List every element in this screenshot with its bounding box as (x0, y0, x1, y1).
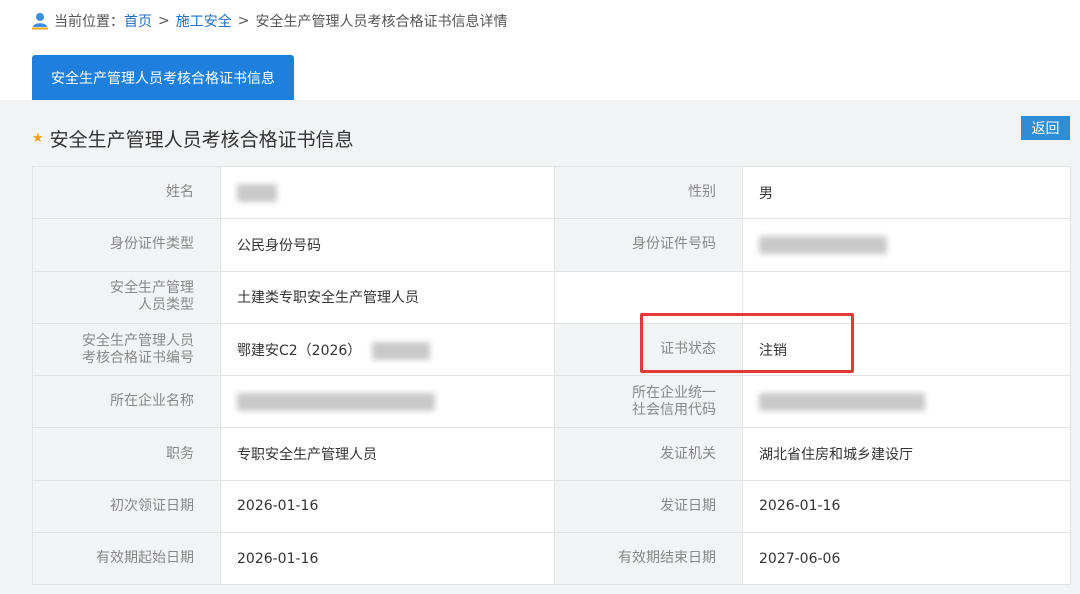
name-label: 姓名 (32, 165, 221, 220)
position-label: 职务 (32, 427, 221, 481)
breadcrumb-separator: > (158, 13, 170, 29)
breadcrumb: 当前位置： 首页 > 施工安全 > 安全生产管理人员考核合格证书信息详情 (32, 10, 507, 32)
credit-code-label-line1: 所在企业统一 (632, 384, 716, 401)
id-type-value: 公民身份号码 (220, 218, 555, 272)
valid-to-label: 有效期结束日期 (554, 532, 743, 586)
table-row: 身份证件类型 公民身份号码 身份证件号码 (32, 218, 1071, 272)
table-row: 初次领证日期 2026-01-16 发证日期 2026-01-16 (32, 479, 1071, 534)
empty-cell (554, 270, 743, 324)
redacted-credit-code (759, 392, 925, 411)
cert-number-label-line1: 安全生产管理人员 (82, 332, 194, 349)
empty-cell (742, 270, 1071, 324)
cert-number-value: 鄂建安C2（2026） (220, 322, 555, 377)
gender-value: 男 (742, 165, 1071, 220)
redacted-company-name (237, 392, 435, 411)
panel-title: ★ 安全生产管理人员考核合格证书信息 (32, 124, 354, 152)
name-value (220, 165, 555, 220)
cert-status-label: 证书状态 (554, 322, 743, 377)
tab-bar: 安全生产管理人员考核合格证书信息 (0, 55, 1080, 100)
user-location-icon (32, 13, 48, 30)
cert-number-label-line2: 考核合格证书编号 (82, 349, 194, 366)
issuer-label: 发证机关 (554, 427, 743, 481)
credit-code-value (742, 375, 1071, 429)
first-issue-date-label: 初次领证日期 (32, 479, 221, 534)
company-name-value (220, 375, 555, 429)
breadcrumb-home-link[interactable]: 首页 (124, 11, 152, 31)
position-value: 专职安全生产管理人员 (220, 427, 555, 481)
table-row: 安全生产管理 人员类型 土建类专职安全生产管理人员 (32, 270, 1071, 324)
breadcrumb-section-link[interactable]: 施工安全 (176, 11, 232, 31)
valid-from-value: 2026-01-16 (220, 532, 555, 586)
id-type-label: 身份证件类型 (32, 218, 221, 272)
valid-to-value: 2027-06-06 (742, 532, 1071, 586)
id-number-label: 身份证件号码 (554, 218, 743, 272)
back-button[interactable]: 返回 (1021, 116, 1070, 140)
issue-date-value: 2026-01-16 (742, 479, 1071, 534)
valid-from-label: 有效期起始日期 (32, 532, 221, 586)
redacted-id-number (759, 235, 887, 254)
gender-label: 性别 (554, 165, 743, 220)
credit-code-label: 所在企业统一 社会信用代码 (554, 375, 743, 429)
table-row: 安全生产管理人员 考核合格证书编号 鄂建安C2（2026） 证书状态 注销 (32, 322, 1071, 377)
table-row: 所在企业名称 所在企业统一 社会信用代码 (32, 375, 1071, 429)
cert-status-value: 注销 (742, 322, 1071, 377)
cert-number-label: 安全生产管理人员 考核合格证书编号 (32, 322, 221, 377)
issuer-value: 湖北省住房和城乡建设厅 (742, 427, 1071, 481)
tab-certificate-info[interactable]: 安全生产管理人员考核合格证书信息 (32, 55, 294, 100)
breadcrumb-separator: > (237, 13, 250, 29)
person-type-label: 安全生产管理 人员类型 (32, 270, 221, 324)
person-type-label-line1: 安全生产管理 (110, 280, 194, 297)
breadcrumb-current: 安全生产管理人员考核合格证书信息详情 (255, 14, 508, 30)
first-issue-date-value: 2026-01-16 (220, 479, 555, 534)
id-number-value (742, 218, 1071, 272)
company-name-label: 所在企业名称 (32, 375, 221, 429)
credit-code-label-line2: 社会信用代码 (632, 401, 716, 418)
breadcrumb-prefix: 当前位置： (54, 14, 124, 30)
certificate-info-table: 姓名 性别 男 身份证件类型 公民身份号码 身份证件号码 安全生产管理 人员类型… (32, 165, 1071, 586)
table-row: 姓名 性别 男 (32, 165, 1071, 220)
redacted-name (237, 183, 277, 202)
star-icon: ★ (32, 130, 44, 146)
person-type-value: 土建类专职安全生产管理人员 (220, 270, 555, 324)
table-row: 有效期起始日期 2026-01-16 有效期结束日期 2027-06-06 (32, 532, 1071, 586)
cert-number-text: 鄂建安C2（2026） (237, 342, 362, 359)
issue-date-label: 发证日期 (554, 479, 743, 534)
table-row: 职务 专职安全生产管理人员 发证机关 湖北省住房和城乡建设厅 (32, 427, 1071, 481)
redacted-cert-number (371, 341, 430, 360)
person-type-label-line2: 人员类型 (138, 297, 194, 314)
panel-title-text: 安全生产管理人员考核合格证书信息 (49, 128, 354, 151)
